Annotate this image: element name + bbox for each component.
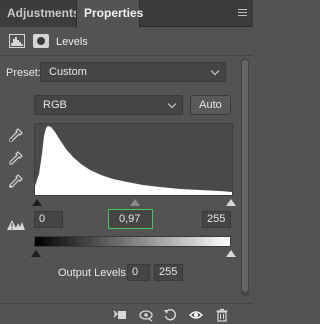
trash-icon[interactable] (215, 308, 229, 322)
panel-tab-bar: Adjustments Properties (0, 0, 253, 28)
input-white-field[interactable]: 255 (202, 211, 231, 228)
clip-to-layer-icon[interactable] (113, 308, 127, 322)
black-point-eyedropper-icon[interactable] (9, 128, 23, 142)
output-levels-slider[interactable] (31, 250, 236, 258)
view-previous-state-icon[interactable] (139, 308, 153, 322)
preset-label: Preset: (6, 67, 41, 79)
auto-button[interactable]: Auto (190, 95, 231, 115)
input-gamma-slider-handle[interactable] (130, 199, 140, 206)
output-black-slider-handle[interactable] (31, 250, 41, 257)
scrollbar-thumb[interactable] (242, 60, 248, 292)
input-gamma-field[interactable]: 0,97 (108, 209, 153, 229)
preset-value: Custom (49, 66, 87, 78)
input-levels-slider[interactable] (32, 199, 236, 207)
channel-dropdown[interactable]: RGB (34, 95, 183, 115)
visibility-eye-icon[interactable] (189, 308, 203, 322)
levels-histogram (34, 123, 233, 196)
output-white-field[interactable]: 255 (154, 264, 183, 281)
output-black-field[interactable]: 0 (127, 264, 150, 281)
reset-icon[interactable] (163, 308, 177, 322)
chevron-down-icon (167, 99, 177, 109)
properties-title-row: Levels (0, 31, 253, 53)
output-levels-label: Output Levels: (58, 267, 129, 279)
tab-adjustments[interactable]: Adjustments (0, 0, 80, 27)
channel-value: RGB (43, 99, 67, 111)
panel-title: Levels (56, 36, 88, 48)
input-black-slider-handle[interactable] (32, 199, 42, 206)
preset-dropdown[interactable]: Custom (40, 62, 226, 82)
input-white-slider-handle[interactable] (226, 199, 236, 206)
vertical-scrollbar[interactable] (241, 58, 249, 296)
white-point-eyedropper-icon[interactable] (9, 174, 23, 188)
output-white-slider-handle[interactable] (226, 250, 236, 257)
layer-mask-icon[interactable] (33, 34, 49, 48)
panel-menu-icon[interactable] (238, 9, 247, 16)
output-gradient-bar (34, 236, 231, 247)
clipping-warning-icon[interactable] (6, 219, 26, 231)
gray-point-eyedropper-icon[interactable] (9, 151, 23, 165)
tab-properties[interactable]: Properties (76, 0, 143, 28)
chevron-down-icon (210, 66, 220, 76)
input-black-field[interactable]: 0 (34, 211, 63, 228)
levels-histogram-icon (9, 34, 25, 48)
panel-footer (0, 303, 253, 324)
divider (0, 55, 253, 56)
